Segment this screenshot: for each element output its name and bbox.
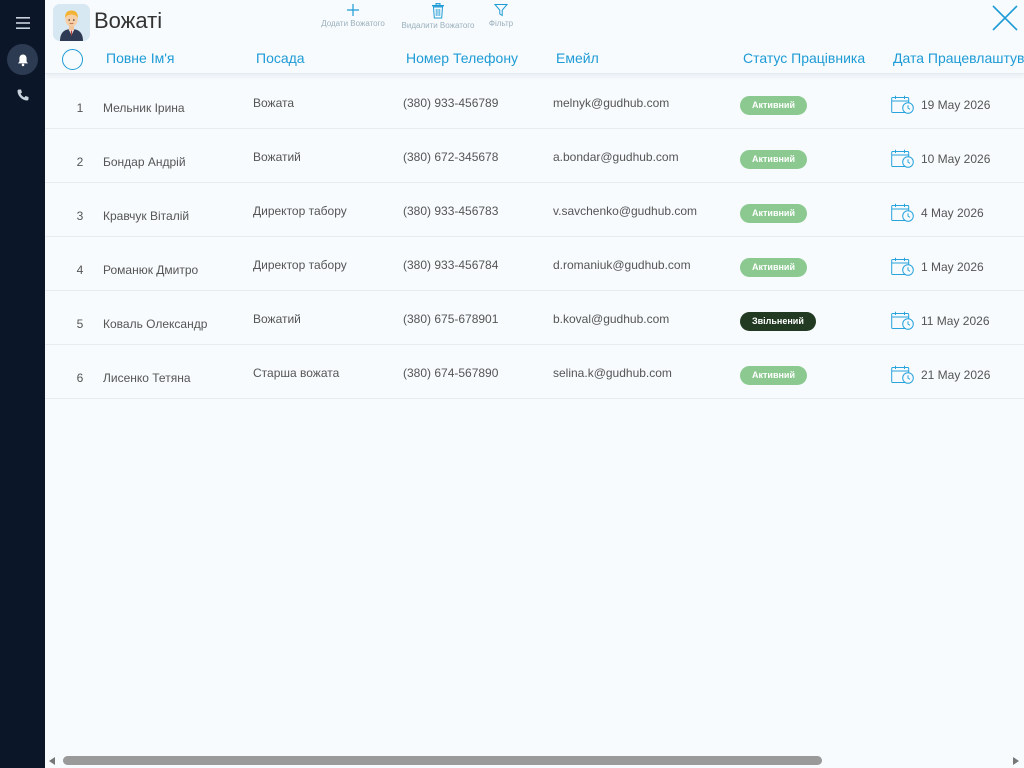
position-cell: Старша вожата [253, 366, 340, 380]
horizontal-scrollbar[interactable] [45, 754, 1024, 768]
status-badge: Активний [740, 366, 807, 385]
position-cell: Директор табору [253, 258, 347, 272]
hire-date-cell: 11 May 2026 [891, 311, 990, 331]
table-header: Повне Ім'я Посада Номер Телефону Емейл С… [45, 44, 1024, 74]
close-button[interactable] [990, 3, 1020, 33]
trash-icon [432, 3, 444, 19]
row-number: 1 [76, 101, 84, 115]
column-header-status[interactable]: Статус Працівника [743, 50, 865, 66]
hire-date-text: 10 May 2026 [921, 152, 991, 166]
hire-date-cell: 4 May 2026 [891, 203, 984, 223]
hire-date-text: 19 May 2026 [921, 98, 991, 112]
filter-icon [494, 4, 508, 17]
plus-icon [347, 4, 359, 16]
status-badge: Звільнений [740, 312, 816, 331]
email-cell: v.savchenko@gudhub.com [553, 204, 698, 218]
email-cell: d.romaniuk@gudhub.com [553, 258, 691, 272]
worker-avatar-icon [53, 4, 90, 41]
topbar: Вожаті Додати Вожатого Видалити Вожатого… [45, 0, 1024, 44]
table-row[interactable]: 3 Кравчук Віталій Директор табору (380) … [45, 183, 1024, 237]
position-cell: Вожатий [253, 150, 301, 164]
row-number: 6 [76, 371, 84, 385]
column-header-phone[interactable]: Номер Телефону [406, 50, 518, 66]
table-row[interactable]: 4 Романюк Дмитро Директор табору (380) 9… [45, 237, 1024, 291]
menu-button[interactable] [7, 7, 38, 38]
table-row[interactable]: 2 Бондар Андрій Вожатий (380) 672-345678… [45, 129, 1024, 183]
phone-cell: (380) 674-567890 [403, 366, 499, 380]
row-number: 4 [76, 263, 84, 277]
status-badge: Активний [740, 258, 807, 277]
calls-button[interactable] [7, 79, 38, 110]
status-badge: Активний [740, 204, 807, 223]
full-name-cell: Романюк Дмитро [103, 263, 199, 277]
email-cell: a.bondar@gudhub.com [553, 150, 679, 164]
calendar-clock-icon [891, 203, 914, 222]
scrollbar-thumb[interactable] [63, 756, 822, 765]
column-header-position[interactable]: Посада [256, 50, 305, 66]
calendar-clock-icon [891, 257, 914, 276]
scroll-left-arrow-icon[interactable] [49, 757, 55, 765]
table-row[interactable]: 1 Мельник Ірина Вожата (380) 933-456789 … [45, 75, 1024, 129]
full-name-cell: Бондар Андрій [103, 155, 186, 169]
email-cell: b.koval@gudhub.com [553, 312, 670, 326]
phone-cell: (380) 675-678901 [403, 312, 499, 326]
phone-icon [17, 89, 28, 100]
email-cell: melnyk@gudhub.com [553, 96, 670, 110]
table-row[interactable]: 5 Коваль Олександр Вожатий (380) 675-678… [45, 291, 1024, 345]
calendar-clock-icon [891, 311, 914, 330]
email-cell: selina.k@gudhub.com [553, 366, 672, 380]
hire-date-cell: 21 May 2026 [891, 365, 990, 385]
select-all-checkbox[interactable] [62, 49, 83, 70]
filter-button[interactable]: Фільтр [485, 3, 517, 28]
menu-icon [15, 16, 30, 29]
full-name-cell: Кравчук Віталій [103, 209, 190, 223]
position-cell: Вожатий [253, 312, 301, 326]
full-name-cell: Коваль Олександр [103, 317, 208, 331]
table-row[interactable]: 6 Лисенко Тетяна Старша вожата (380) 674… [45, 345, 1024, 399]
main-panel: Вожаті Додати Вожатого Видалити Вожатого… [45, 0, 1024, 768]
position-cell: Вожата [253, 96, 295, 110]
position-cell: Директор табору [253, 204, 347, 218]
calendar-clock-icon [891, 95, 914, 114]
calendar-clock-icon [891, 149, 914, 168]
phone-cell: (380) 933-456783 [403, 204, 499, 218]
hire-date-text: 11 May 2026 [921, 314, 990, 328]
row-number: 5 [76, 317, 84, 331]
row-number: 3 [76, 209, 84, 223]
phone-cell: (380) 933-456784 [403, 258, 499, 272]
bell-icon [17, 54, 28, 66]
page-title: Вожаті [94, 8, 163, 33]
full-name-cell: Мельник Ірина [103, 101, 185, 115]
phone-cell: (380) 672-345678 [403, 150, 499, 164]
sidebar [0, 0, 45, 768]
row-number: 2 [76, 155, 84, 169]
delete-counselor-button[interactable]: Видалити Вожатого [396, 3, 480, 30]
column-header-hire-date[interactable]: Дата Працевлаштування [893, 50, 1024, 66]
hire-date-cell: 10 May 2026 [891, 149, 990, 169]
delete-counselor-label: Видалити Вожатого [401, 21, 475, 30]
column-header-full-name[interactable]: Повне Ім'я [106, 50, 174, 66]
add-counselor-label: Додати Вожатого [321, 19, 385, 28]
hire-date-cell: 1 May 2026 [891, 257, 984, 277]
add-counselor-button[interactable]: Додати Вожатого [315, 3, 391, 28]
status-badge: Активний [740, 96, 807, 115]
column-header-email[interactable]: Емейл [556, 50, 599, 66]
status-badge: Активний [740, 150, 807, 169]
close-icon [992, 5, 1018, 31]
calendar-clock-icon [891, 365, 914, 384]
hire-date-cell: 19 May 2026 [891, 95, 990, 115]
phone-cell: (380) 933-456789 [403, 96, 499, 110]
hire-date-text: 21 May 2026 [921, 368, 991, 382]
hire-date-text: 1 May 2026 [921, 260, 984, 274]
notifications-button[interactable] [7, 44, 38, 75]
filter-label: Фільтр [488, 19, 514, 28]
scroll-right-arrow-icon[interactable] [1013, 757, 1019, 765]
full-name-cell: Лисенко Тетяна [103, 371, 191, 385]
hire-date-text: 4 May 2026 [921, 206, 984, 220]
